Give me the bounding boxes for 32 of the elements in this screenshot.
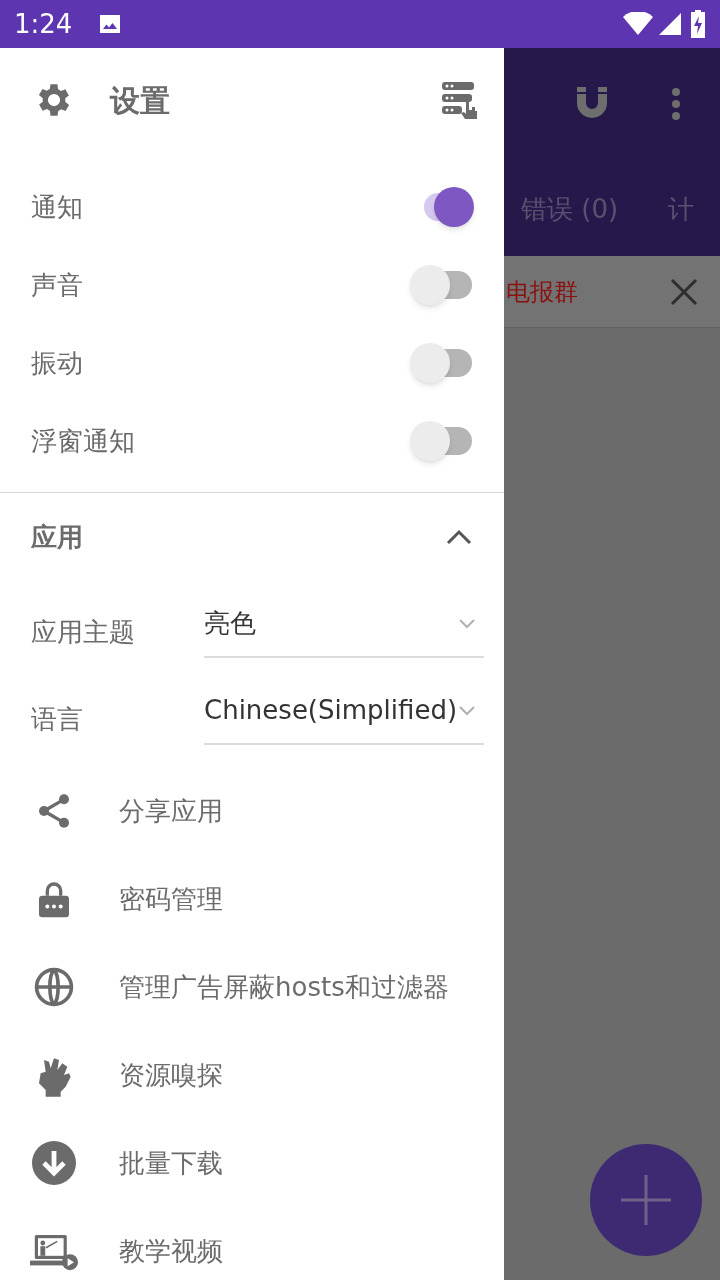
dropdown-label: 语言 bbox=[31, 703, 84, 736]
close-icon[interactable] bbox=[670, 277, 698, 306]
dropdown-caret-icon bbox=[458, 704, 476, 717]
dropdown-field[interactable]: Chinese(Simplified) bbox=[204, 678, 484, 745]
wifi-icon bbox=[622, 12, 654, 36]
menu-item[interactable]: 密码管理 bbox=[0, 855, 504, 943]
switch-label: 声音 bbox=[31, 268, 83, 302]
menu-item[interactable]: 资源嗅探 bbox=[0, 1031, 504, 1119]
dropdown-label: 应用主题 bbox=[31, 616, 136, 649]
dropdown-caret-icon bbox=[458, 617, 476, 630]
switch-label: 浮窗通知 bbox=[31, 424, 135, 458]
download-icon bbox=[30, 1139, 78, 1187]
chevron-icon[interactable] bbox=[446, 529, 472, 545]
plus-icon bbox=[621, 1175, 671, 1225]
drawer-title: 设置 bbox=[110, 81, 170, 120]
more-icon bbox=[670, 86, 682, 122]
menu-item[interactable]: 教学视频 bbox=[0, 1207, 504, 1280]
signal-icon bbox=[658, 12, 682, 36]
switch-label: 通知 bbox=[31, 190, 83, 224]
image-icon bbox=[98, 12, 123, 36]
menu-item[interactable]: 管理广告屏蔽hosts和过滤器 bbox=[0, 943, 504, 1031]
section-title: 应用 bbox=[31, 520, 83, 554]
switch-label: 振动 bbox=[31, 346, 83, 380]
dropdown-field[interactable]: 亮色 bbox=[204, 591, 484, 658]
globe-icon bbox=[32, 965, 76, 1009]
magnet-icon bbox=[576, 86, 608, 120]
banner-text: 电报群 bbox=[506, 276, 578, 308]
menu-item[interactable]: 批量下载 bbox=[0, 1119, 504, 1207]
server-touch-icon[interactable] bbox=[440, 80, 480, 120]
status-time: 1:24 bbox=[14, 7, 73, 41]
menu-item[interactable]: 分享应用 bbox=[0, 767, 504, 855]
battery-icon bbox=[690, 10, 706, 38]
